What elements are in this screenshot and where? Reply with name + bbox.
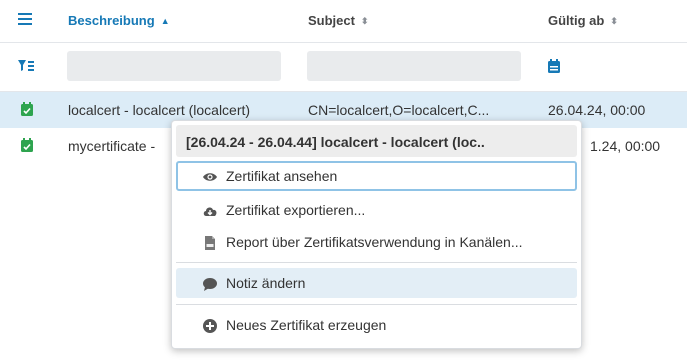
column-header-subject[interactable]: Subject ⬍: [308, 13, 369, 28]
menu-item-edit-note[interactable]: Notiz ändern: [176, 268, 577, 298]
calendar-icon[interactable]: [547, 59, 561, 74]
sort-icon: ⬍: [610, 16, 618, 26]
subject-cell: CN=localcert,O=localcert,C...: [308, 102, 490, 118]
valid-from-cell: 1.24, 00:00: [590, 138, 661, 154]
calendar-check-icon: [21, 102, 33, 116]
cloud-download-icon: [203, 207, 217, 216]
context-menu-title: [26.04.24 - 26.04.44] localcert - localc…: [176, 125, 577, 157]
column-header-gueltig-ab[interactable]: Gültig ab ⬍: [548, 13, 618, 28]
menu-divider: [176, 304, 577, 305]
menu-icon[interactable]: [18, 12, 32, 26]
pdf-file-icon: [205, 236, 215, 250]
context-menu: [26.04.24 - 26.04.44] localcert - localc…: [171, 120, 582, 349]
eye-icon: [203, 173, 217, 181]
valid-from-cell: 26.04.24, 00:00: [548, 102, 646, 118]
menu-item-export-certificate[interactable]: Zertifikat exportieren...: [176, 195, 577, 225]
description-cell: mycertificate -: [68, 138, 156, 154]
plus-circle-icon: [203, 319, 217, 333]
menu-item-view-certificate[interactable]: Zertifikat ansehen: [176, 161, 577, 191]
subject-filter-input[interactable]: [307, 51, 521, 81]
description-cell: localcert - localcert (localcert): [68, 102, 251, 118]
filter-icon[interactable]: [18, 59, 34, 73]
menu-item-new-certificate[interactable]: Neues Zertifikat erzeugen: [176, 310, 577, 340]
calendar-check-icon: [21, 138, 33, 152]
table-header: Beschreibung ▲ Subject ⬍ Gültig ab ⬍: [0, 0, 687, 43]
description-filter-input[interactable]: [67, 51, 281, 81]
filter-row: [0, 43, 687, 92]
menu-item-usage-report[interactable]: Report über Zertifikatsverwendung in Kan…: [176, 227, 577, 257]
sort-ascending-icon: ▲: [160, 16, 170, 26]
menu-divider: [176, 262, 577, 263]
comment-icon: [203, 278, 217, 291]
sort-icon: ⬍: [360, 16, 369, 26]
column-header-beschreibung[interactable]: Beschreibung ▲: [68, 13, 170, 28]
